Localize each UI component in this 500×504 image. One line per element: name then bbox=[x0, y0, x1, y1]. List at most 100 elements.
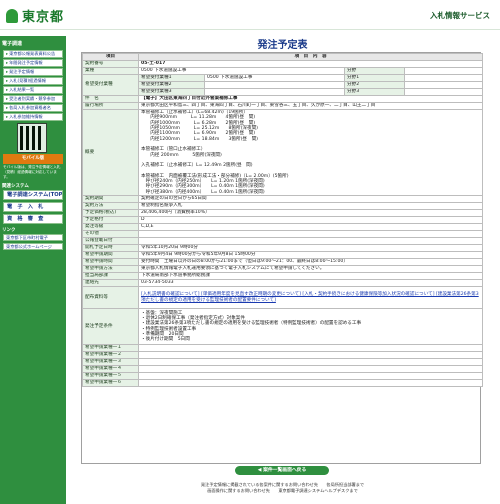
desired-division-label: 分野2 bbox=[344, 81, 405, 89]
e-bidding-button[interactable]: 電 子 入 札 bbox=[3, 201, 63, 212]
kibo-key: 希望申請業種一２ bbox=[82, 351, 139, 359]
row-key: 希望申請期間 bbox=[82, 251, 139, 259]
row-value: 下水道局南部下水道事務所総務課 bbox=[137, 272, 484, 280]
col-item: 項目 bbox=[82, 53, 139, 61]
row-key: 予定価格(税込) bbox=[82, 209, 139, 217]
row-value: 0500 下水道施設工事 bbox=[138, 67, 345, 75]
e-procurement-top-button[interactable]: 電子調達システム(TOP) bbox=[3, 189, 63, 200]
row-value: 03-5734-5033 bbox=[137, 279, 484, 287]
desired-type-label: 希望受付業種1 bbox=[138, 74, 205, 82]
row-value: 契約確定の日の翌日から65日間 bbox=[137, 195, 484, 203]
division-value bbox=[403, 67, 484, 75]
sidebar-item-annual-plan[interactable]: 年間発注予定情報 bbox=[3, 59, 63, 67]
table-row: 契約方法 希望制指名競争入札 bbox=[82, 202, 484, 210]
row-key: 件 名 bbox=[82, 95, 139, 103]
table-row: 希望申請業種一６ bbox=[82, 379, 484, 387]
table-row: 発注等級 C,D,E bbox=[82, 223, 484, 231]
row-key: 連絡先 bbox=[82, 279, 139, 287]
row-key: 契約方法 bbox=[82, 202, 139, 210]
link-tokyo-official[interactable]: 東京都公式ホームページ bbox=[3, 242, 63, 250]
kibo-value bbox=[137, 365, 484, 373]
row-value: 令和5年9月4日 9時00分から令和5年9月8日 15時00分 bbox=[137, 251, 484, 259]
row-value: 令和5年10月20日 9時00分 bbox=[137, 244, 484, 252]
table-row: 予定価格(税込) 28,406,400円（消費税率10%） bbox=[82, 209, 484, 217]
desired-division-label: 分野1 bbox=[344, 74, 405, 82]
project-name: 【電子】大田区東海四丁目付近外管渠補修工事 bbox=[137, 95, 484, 103]
sidebar-item-participation[interactable]: 入札参加維持情報 bbox=[3, 113, 63, 121]
desired-type-label: 希望受付業種2 bbox=[138, 81, 205, 89]
col-content: 項 目 内 容 bbox=[137, 53, 484, 61]
kibo-value bbox=[137, 344, 484, 352]
table-row: 配布資料等 [入札説明書の確認について] [単価適用年度を見直す改正時期の変更に… bbox=[82, 286, 484, 309]
ginkgo-icon bbox=[6, 8, 18, 23]
table-row: 希望受付業種 希望受付業種1 0500 下水道施設工事 分野1 bbox=[82, 74, 484, 96]
table-row: 概要 本管補修工（止水補修工）(L=68.42m)（19箇所） 内径900mm … bbox=[82, 109, 484, 196]
row-value: 希望制指名競争入札 bbox=[137, 202, 484, 210]
row-key: 希望申請時間 bbox=[82, 258, 139, 266]
table-row: 希望申請業種一４ bbox=[82, 365, 484, 373]
footer-line: 画面操作に関するお問い合わせ先 東京都電子調達システムヘルプデスクまで bbox=[207, 488, 358, 493]
back-to-list-button[interactable]: ◀ 案件一覧画面へ戻る bbox=[235, 466, 329, 475]
table-row: 契約期間 契約確定の日の翌日から65日間 bbox=[82, 195, 484, 203]
table-row: 契約番号 05-土-017 bbox=[82, 60, 484, 68]
table-row: 予定格付 D bbox=[82, 216, 484, 224]
table-row: その他 bbox=[82, 230, 484, 238]
sidebar-item-order-plan[interactable]: 発注予定情報 bbox=[3, 68, 63, 76]
sidebar-head: 電子調達 bbox=[2, 41, 23, 47]
site-title: 入札情報サービス bbox=[430, 11, 490, 20]
kibo-value bbox=[137, 372, 484, 380]
table-row: 希望申請業種一２ bbox=[82, 351, 484, 359]
doc-links[interactable]: [入札説明書の確認について] [単価適用年度を見直す改正時期の変更について] [… bbox=[137, 286, 484, 309]
desired-division-label: 分野3 bbox=[344, 88, 405, 96]
table-row: 件 名 【電子】大田区東海四丁目付近外管渠補修工事 bbox=[82, 95, 484, 103]
row-key: 業種 bbox=[82, 67, 139, 75]
tokyo-logo[interactable]: 東京都 bbox=[6, 6, 64, 25]
kibo-key: 希望申請業種一４ bbox=[82, 365, 139, 373]
conditions-key: 発注予定条件 bbox=[82, 308, 139, 345]
page-title: 発注予定表 bbox=[257, 40, 308, 51]
row-key: 履行場所 bbox=[82, 102, 139, 110]
kibo-key: 希望申請業種一６ bbox=[82, 379, 139, 387]
table-header: 項目 項 目 内 容 bbox=[82, 53, 484, 61]
header: 東京都 入札情報サービス bbox=[0, 0, 500, 30]
mobile-button[interactable]: モバイル版 bbox=[3, 153, 63, 164]
detail-table: 項目 項 目 内 容 契約番号 05-土-017 業種 0500 下水道施設工事… bbox=[82, 53, 484, 387]
row-value: 受付時間 土曜日以外の日の8:00から21:00まで（但日は9:00〜21：00… bbox=[137, 258, 484, 266]
qualification-button[interactable]: 資 格 審 査 bbox=[3, 213, 63, 224]
logo-text: 東京都 bbox=[22, 10, 65, 25]
link-municipalities[interactable]: 東京都下区市町村電子 bbox=[3, 233, 63, 241]
kibo-key: 希望申請業種一１ bbox=[82, 344, 139, 352]
sidebar-item-bid-progress[interactable]: 入札(見積)経過情報 bbox=[3, 77, 63, 85]
sidebar-item-contractor-record[interactable]: 受注者別実績・競争参加 bbox=[3, 95, 63, 103]
desired-type-code bbox=[204, 88, 345, 96]
row-value: 28,406,400円（消費税率10%） bbox=[137, 209, 484, 217]
sidebar-item-qualified-list[interactable]: 各局入札参加資格者名 bbox=[3, 104, 63, 112]
table-row: 連絡先 03-5734-5033 bbox=[82, 279, 484, 287]
division-label: 分野 bbox=[344, 67, 405, 75]
row-key: 予定格付 bbox=[82, 216, 139, 224]
doc-key: 配布資料等 bbox=[82, 286, 139, 309]
table-row: 公報登載日付 bbox=[82, 237, 484, 245]
row-key: 希望申請方法 bbox=[82, 265, 139, 273]
sidebar-item-public-notice[interactable]: 東京都公報発表資料公告 bbox=[3, 50, 63, 58]
desired-division-value bbox=[403, 74, 484, 82]
overview-text: 本管補修工（止水補修工）(L=68.42m)（19箇所） 内径900mm L= … bbox=[137, 109, 484, 196]
table-row: 業種 0500 下水道施設工事 分野 bbox=[82, 67, 484, 75]
row-key: その他 bbox=[82, 230, 139, 238]
overview-key: 概要 bbox=[82, 109, 139, 196]
row-value: D bbox=[137, 216, 484, 224]
sidebar-item-bid-results[interactable]: 入札結果一覧 bbox=[3, 86, 63, 94]
kibo-value bbox=[137, 358, 484, 366]
kibo-value bbox=[137, 379, 484, 387]
mobile-note: モバイル版は、発注予定情報と入札（見積）経過情報に対応しています。 bbox=[3, 164, 61, 179]
row-value: 東京都入札情報電子入札運用要領に基づく電子入札システムにて希望申請してください。 bbox=[137, 265, 484, 273]
table-row: 開札予定日時 令和5年10月20日 9時00分 bbox=[82, 244, 484, 252]
row-key: 契約期間 bbox=[82, 195, 139, 203]
qr-code-icon bbox=[17, 122, 47, 153]
desired-type-code bbox=[204, 81, 345, 89]
desired-division-value bbox=[403, 81, 484, 89]
row-key: 発注等級 bbox=[82, 223, 139, 231]
related-systems-head: 関連システム bbox=[2, 183, 29, 189]
row-key: 担当局部課 bbox=[82, 272, 139, 280]
table-row: 履行場所 東京都大田区平和島三、四丁目、東海四丁目、石川町一丁目、東雪谷三、五丁… bbox=[82, 102, 484, 110]
